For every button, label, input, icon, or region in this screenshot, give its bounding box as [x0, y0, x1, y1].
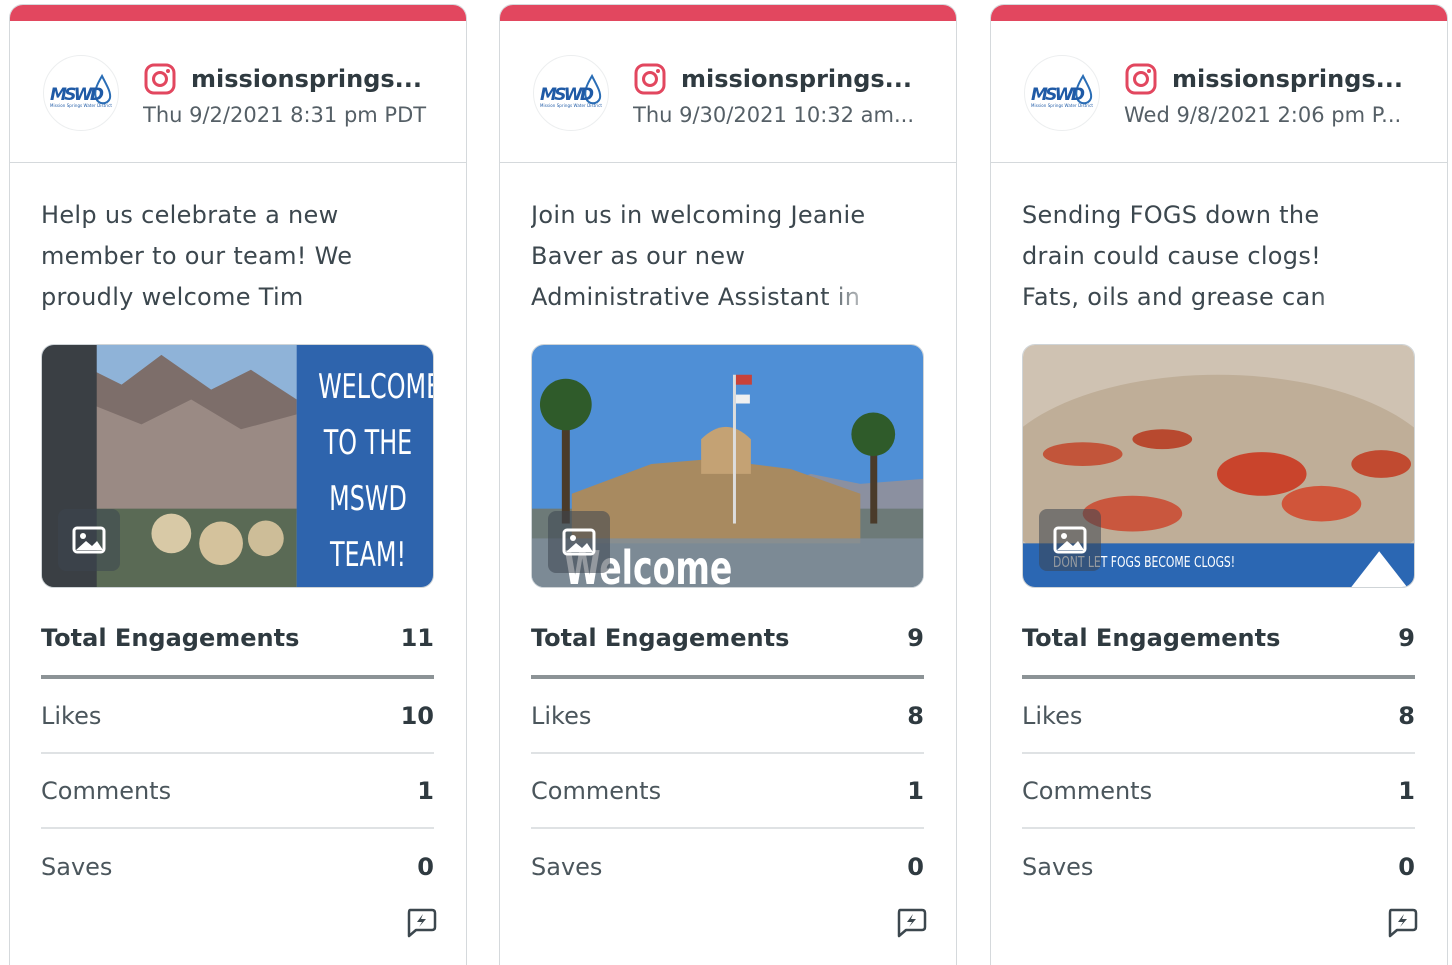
boost-icon[interactable] [404, 905, 438, 939]
image-icon [1039, 509, 1101, 571]
metric-comments: Comments 1 [531, 754, 924, 829]
metric-total-engagements: Total Engagements 11 [41, 601, 434, 679]
logo-subtext: Mission Springs Water District [1031, 103, 1093, 108]
metric-comments: Comments 1 [41, 754, 434, 829]
engagement-metrics: Total Engagements 11 Likes 10 Comments 1… [41, 601, 434, 904]
metric-likes: Likes 10 [41, 679, 434, 754]
metric-comments: Comments 1 [1022, 754, 1415, 829]
card-header: MSWD Mission Springs Water District miss… [991, 21, 1447, 163]
image-icon [58, 509, 120, 571]
instagram-icon [144, 63, 176, 95]
account-handle[interactable]: missionsprings... [681, 65, 925, 93]
engagement-metrics: Total Engagements 9 Likes 8 Comments 1 S… [531, 601, 924, 904]
card-accent-bar [10, 5, 466, 21]
post-image[interactable]: DONT LET FOGS BECOME CLOGS! [1022, 344, 1415, 588]
card-accent-bar [500, 5, 956, 21]
avatar[interactable]: MSWD Mission Springs Water District [533, 55, 609, 131]
post-card[interactable]: MSWD Mission Springs Water District miss… [990, 4, 1448, 965]
metric-likes: Likes 8 [531, 679, 924, 754]
metric-saves: Saves 0 [1022, 852, 1415, 881]
boost-icon[interactable] [1385, 905, 1419, 939]
card-header: MSWD Mission Springs Water District miss… [10, 21, 466, 163]
image-caption: WELCOME TO THE MSWD TEAM! [318, 367, 434, 575]
logo-text: MSWD [540, 85, 594, 105]
post-date: Wed 9/8/2021 2:06 pm P... [1124, 103, 1402, 127]
post-text: Join us in welcoming Jeanie Baver as our… [531, 195, 893, 320]
avatar[interactable]: MSWD Mission Springs Water District [1024, 55, 1100, 131]
logo-text: MSWD [50, 85, 104, 105]
post-card[interactable]: MSWD Mission Springs Water District miss… [499, 4, 957, 965]
post-date: Thu 9/30/2021 10:32 am... [633, 103, 915, 127]
metric-saves: Saves 0 [531, 852, 924, 881]
post-image[interactable]: Welcome [531, 344, 924, 588]
logo-text: MSWD [1031, 85, 1085, 105]
account-handle[interactable]: missionsprings... [1172, 65, 1416, 93]
metric-total-engagements: Total Engagements 9 [1022, 601, 1415, 679]
post-text: Sending FOGS down the drain could cause … [1022, 195, 1384, 320]
metric-total-engagements: Total Engagements 9 [531, 601, 924, 679]
boost-icon[interactable] [894, 905, 928, 939]
metric-saves: Saves 0 [41, 852, 434, 881]
post-text: Help us celebrate a new member to our te… [41, 195, 403, 320]
card-accent-bar [991, 5, 1447, 21]
avatar[interactable]: MSWD Mission Springs Water District [43, 55, 119, 131]
instagram-icon [634, 63, 666, 95]
post-card[interactable]: MSWD Mission Springs Water District miss… [9, 4, 467, 965]
image-icon [548, 511, 610, 573]
logo-subtext: Mission Springs Water District [50, 103, 112, 108]
instagram-icon [1125, 63, 1157, 95]
metric-likes: Likes 8 [1022, 679, 1415, 754]
logo-subtext: Mission Springs Water District [540, 103, 602, 108]
post-image[interactable]: WELCOME TO THE MSWD TEAM! [41, 344, 434, 588]
engagement-metrics: Total Engagements 9 Likes 8 Comments 1 S… [1022, 601, 1415, 904]
post-date: Thu 9/2/2021 8:31 pm PDT [143, 103, 427, 127]
card-header: MSWD Mission Springs Water District miss… [500, 21, 956, 163]
account-handle[interactable]: missionsprings... [191, 65, 435, 93]
